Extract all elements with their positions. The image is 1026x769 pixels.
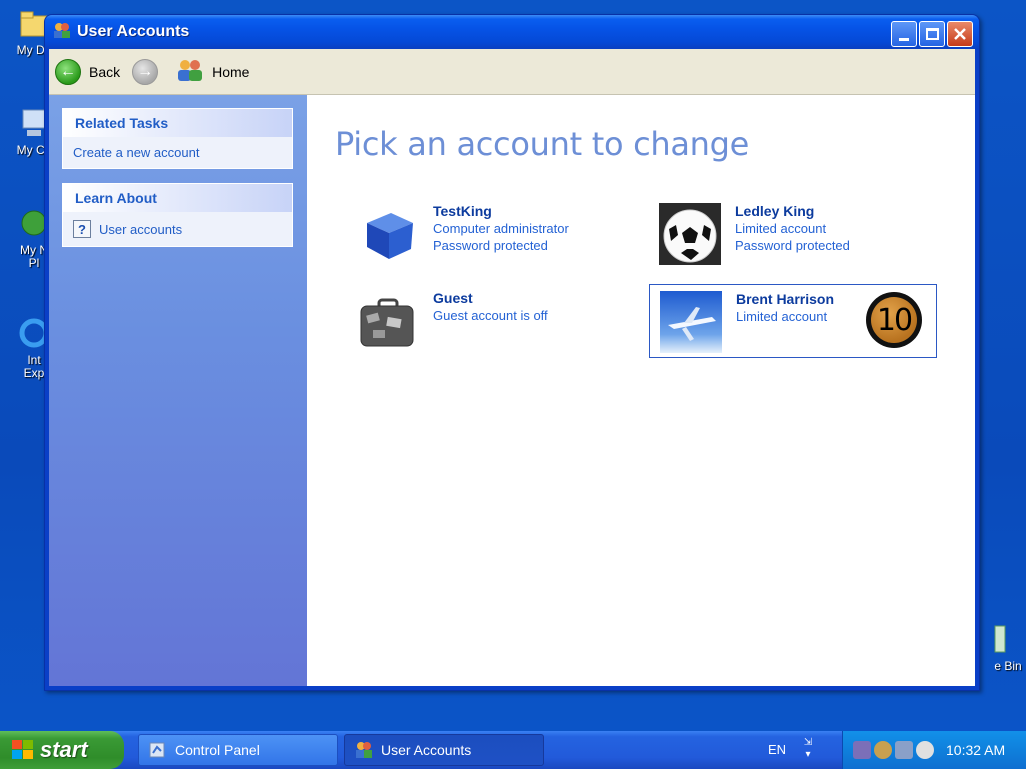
account-type: Limited account xyxy=(735,221,827,236)
network-tray-icon[interactable] xyxy=(853,741,871,759)
blue-cube-icon xyxy=(357,203,419,265)
user-accounts-help-label: User accounts xyxy=(99,221,183,237)
taskbar: start Control Panel User Accounts EN ⇲ ▾ … xyxy=(0,731,1026,769)
taskbar-button-label: User Accounts xyxy=(381,742,472,758)
user-accounts-icon xyxy=(53,21,71,44)
home-button[interactable]: Home xyxy=(176,58,249,85)
window-content: Related Tasks Create a new account Learn… xyxy=(49,95,975,686)
network-disconnected-tray-icon[interactable] xyxy=(895,741,913,759)
help-icon: ? xyxy=(73,220,91,238)
control-panel-icon xyxy=(149,741,167,759)
user-accounts-window: User Accounts ← Back → Home Related Task… xyxy=(44,14,980,691)
airplane-icon xyxy=(660,291,722,353)
learn-about-heading: Learn About xyxy=(63,184,292,212)
related-tasks-heading: Related Tasks xyxy=(63,109,292,137)
home-label: Home xyxy=(212,63,250,80)
security-tray-icon[interactable] xyxy=(874,741,892,759)
user-accounts-help-link[interactable]: ? User accounts xyxy=(73,220,282,238)
account-password-status: Password protected xyxy=(433,238,548,253)
language-bar-toggle-icon[interactable]: ⇲ ▾ xyxy=(800,737,816,763)
taskbar-button-user-accounts[interactable]: User Accounts xyxy=(344,734,544,766)
minimize-icon xyxy=(899,38,909,41)
maximize-icon xyxy=(926,28,939,40)
page-title: Pick an account to change xyxy=(335,125,750,163)
badge-number: 10 xyxy=(871,297,917,343)
windows-logo-icon xyxy=(12,740,34,760)
system-tray: 10:32 AM xyxy=(842,731,1026,769)
taskbar-button-label: Control Panel xyxy=(175,742,260,758)
account-name: TestKing xyxy=(433,203,492,219)
close-button[interactable] xyxy=(947,21,973,47)
number-badge-icon: 10 xyxy=(866,292,922,348)
account-name: Ledley King xyxy=(735,203,815,219)
back-arrow-icon: ← xyxy=(55,58,81,85)
back-button[interactable]: ← Back xyxy=(55,58,121,85)
account-name: Brent Harrison xyxy=(736,291,835,307)
window-title: User Accounts xyxy=(77,23,190,40)
task-pane: Related Tasks Create a new account Learn… xyxy=(49,95,307,686)
forward-arrow-icon: → xyxy=(132,58,159,85)
volume-tray-icon[interactable] xyxy=(916,741,934,759)
user-accounts-icon xyxy=(355,741,373,759)
account-password-status: Password protected xyxy=(735,238,850,253)
related-tasks-panel: Related Tasks Create a new account xyxy=(62,108,293,169)
minimize-button[interactable] xyxy=(891,21,917,47)
account-type: Computer administrator xyxy=(433,221,569,236)
create-new-account-link[interactable]: Create a new account xyxy=(73,145,282,160)
language-indicator[interactable]: EN xyxy=(768,742,786,757)
account-ledley-king[interactable]: Ledley King Limited account Password pro… xyxy=(659,203,850,265)
account-guest[interactable]: Guest Guest account is off xyxy=(357,290,548,352)
account-brent-harrison[interactable]: Brent Harrison Limited account 10 xyxy=(649,284,937,358)
user-accounts-home-icon xyxy=(176,58,204,85)
start-button[interactable]: start xyxy=(0,731,124,769)
title-bar[interactable]: User Accounts xyxy=(45,15,979,49)
soccer-ball-icon xyxy=(659,203,721,265)
forward-button[interactable]: → xyxy=(132,58,159,85)
maximize-button[interactable] xyxy=(919,21,945,47)
toolbar: ← Back → Home xyxy=(49,49,975,95)
start-label: start xyxy=(40,737,88,762)
account-testking[interactable]: TestKing Computer administrator Password… xyxy=(357,203,569,265)
main-pane: Pick an account to change TestKing Compu… xyxy=(307,95,975,686)
clock[interactable]: 10:32 AM xyxy=(946,742,1005,758)
account-type: Limited account xyxy=(736,309,828,324)
account-status: Guest account is off xyxy=(433,308,548,323)
close-icon xyxy=(954,28,966,40)
account-name: Guest xyxy=(433,290,473,306)
learn-about-panel: Learn About ? User accounts xyxy=(62,183,293,247)
taskbar-button-control-panel[interactable]: Control Panel xyxy=(138,734,338,766)
back-label: Back xyxy=(89,63,121,80)
suitcase-icon xyxy=(357,290,419,352)
